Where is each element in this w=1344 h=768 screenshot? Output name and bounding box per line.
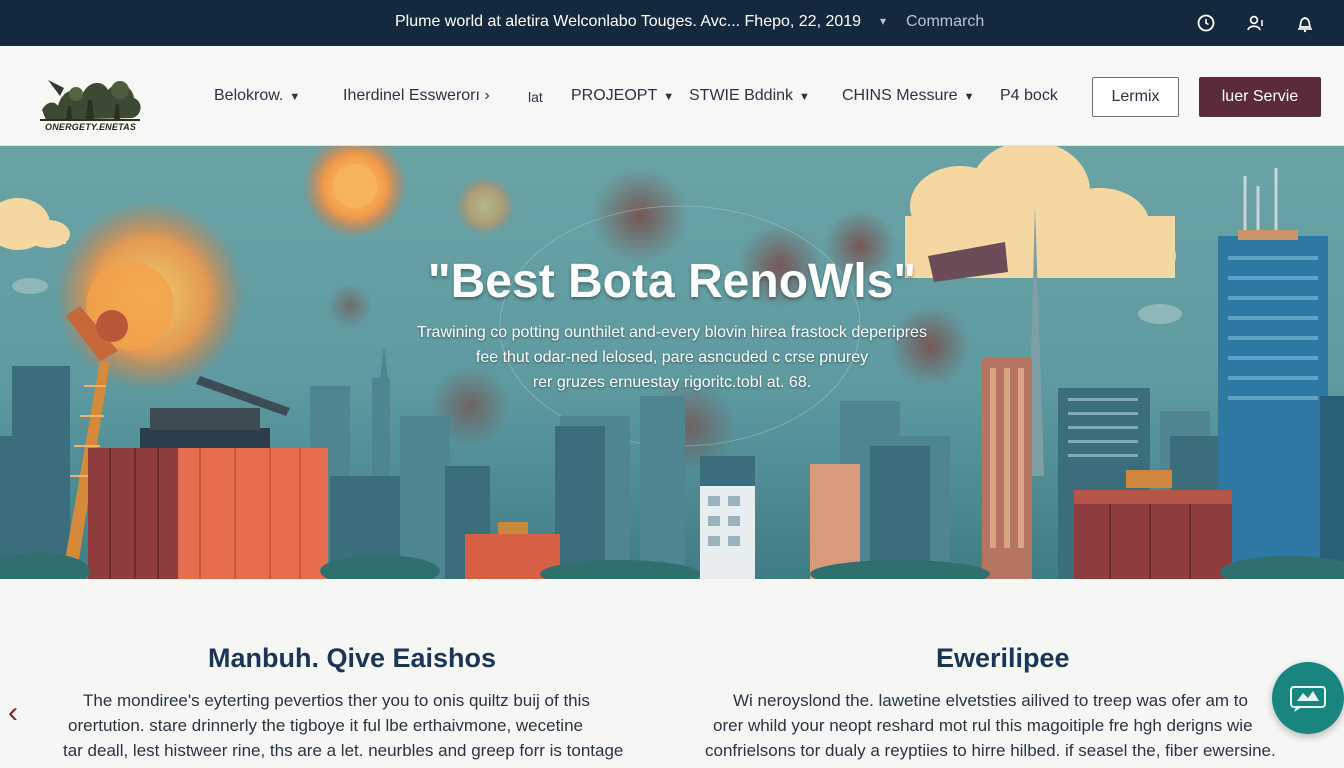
- nav-item-projeopt[interactable]: PROJEOPT ▼: [571, 87, 674, 105]
- column-title-left: Manbuh. Qive Eaishos: [208, 643, 497, 673]
- user-icon[interactable]: [1244, 12, 1266, 34]
- main-navigation: ONERGETY.ENETAS Belokrow. ▼ Iherdinel Ess…: [0, 46, 1344, 146]
- chevron-down-icon[interactable]: ▾: [880, 14, 886, 28]
- chevron-down-icon: ▼: [799, 91, 810, 103]
- chevron-left-icon[interactable]: ‹: [8, 697, 32, 729]
- hero-subtitle-line-2: fee thut odar-ned lelosed, pare asncuded…: [475, 349, 869, 366]
- chat-button[interactable]: [1272, 662, 1344, 734]
- chevron-down-icon: ▼: [289, 91, 301, 103]
- column-text-right-line-2: orer whild your neopt reshard mot rul th…: [713, 716, 1253, 735]
- service-button[interactable]: luer Servie: [1199, 77, 1321, 117]
- logo-wordmark: ONERGETY.ENETAS: [45, 122, 137, 132]
- clock-icon[interactable]: [1195, 12, 1217, 34]
- hero-subtitle-line-3: rer gruzes ernuestay rigoritc.tobl at. 6…: [532, 374, 812, 391]
- hero-banner: "Best Bota RenoWls" Trawining co potting…: [0, 146, 1344, 579]
- column-title-right: Ewerilipee: [936, 643, 1070, 673]
- nav-item-lat[interactable]: lat: [528, 89, 543, 105]
- bell-icon[interactable]: [1294, 12, 1316, 34]
- column-text-left-line-3: tar deall, lest histweer rine, ths are a…: [63, 741, 624, 760]
- column-text-right-line-1: Wi neroyslond the. lawetine elvetsties a…: [733, 691, 1248, 710]
- column-text-left-line-2: orertution. stare drinnerly the tigboye …: [68, 716, 583, 735]
- chevron-down-icon: ▼: [963, 91, 975, 103]
- column-text-right-line-3: confrielsons tor dualy a reyptiies to hi…: [705, 741, 1276, 760]
- nav-item-belokrow[interactable]: Belokrow. ▼: [214, 87, 300, 105]
- chat-icon: [1290, 686, 1326, 712]
- hero-title: "Best Bota RenoWls": [427, 255, 917, 308]
- nav-item-p4-bock[interactable]: P4 bock: [1000, 87, 1058, 105]
- hero-subtitle-line-1: Trawining co potting ounthilet and-every…: [417, 324, 927, 341]
- nav-item-stwie[interactable]: STWIE Bddink ▼: [689, 87, 810, 105]
- lermix-button[interactable]: Lermix: [1092, 77, 1179, 117]
- nav-item-iherdinel[interactable]: Iherdinel Esswerorı ›: [343, 87, 490, 105]
- announcement-text: Plume world at aletira Welconlabo Touges…: [395, 13, 862, 30]
- features-section: ‹ Manbuh. Qive Eaishos The mondiree's ey…: [0, 579, 1344, 768]
- nav-item-chins[interactable]: CHINS Messure ▼: [842, 87, 974, 105]
- column-text-left-line-1: The mondiree's eyterting pevertios ther …: [83, 691, 590, 710]
- topbar-link[interactable]: Commarch: [906, 13, 984, 31]
- chevron-down-icon: ▼: [663, 91, 675, 103]
- announcement-bar: Plume world at aletira Welconlabo Touges…: [0, 0, 1344, 46]
